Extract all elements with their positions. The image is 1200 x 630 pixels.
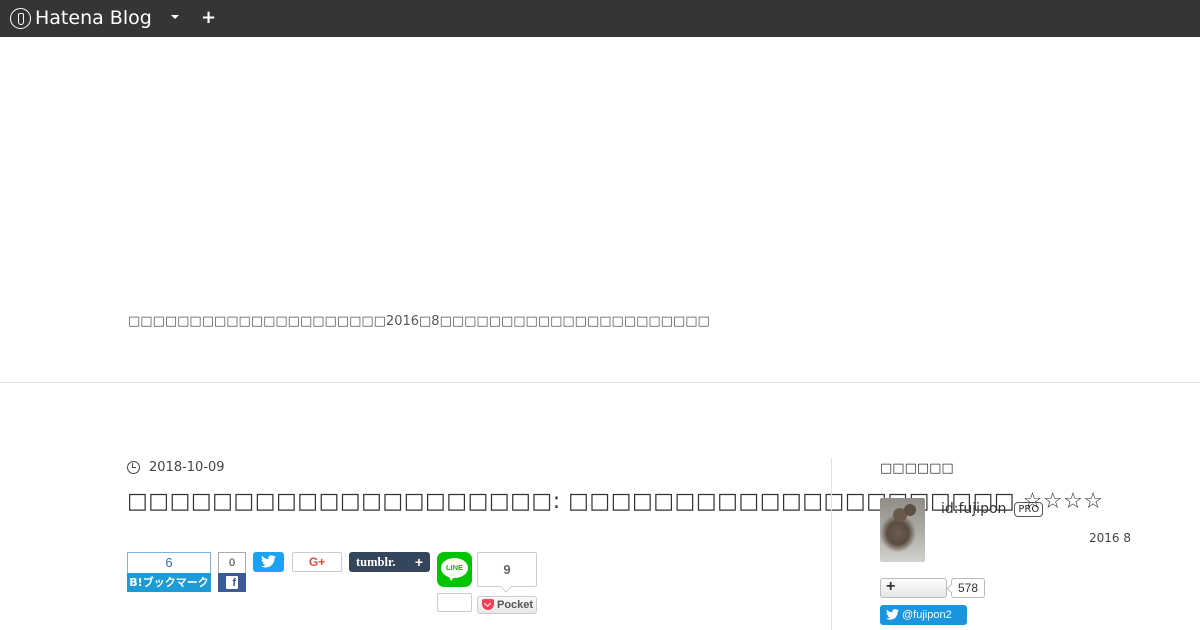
sidebar-profile-heading: □□□□□□ [880,461,954,476]
line-bubble-tail [448,575,456,581]
facebook-share-button[interactable]: 0 f [218,552,246,592]
twitter-follow-button[interactable]: @fujipon2 [880,605,967,625]
profile-since: 2016 8 [1089,531,1131,545]
hatena-bookmark-label: B!ブックマーク [127,573,211,592]
tumblr-label: tumblr. [356,555,396,569]
profile-user-id[interactable]: id:fujipon PRO [941,501,1044,517]
logo-text: Hatena Blog [35,7,152,29]
googleplus-share-button[interactable]: G+ [292,552,342,572]
entry-date[interactable]: 2018-10-09 [127,460,225,475]
facebook-icon-glyph: f [226,576,238,589]
global-header: Hatena Blog + [0,0,1200,37]
facebook-share-count: 0 [218,552,246,573]
blog-description: □□□□□□□□□□□□□□□□□□□□□2016□8□□□□□□□□□□□□□… [128,314,710,329]
line-share-count [437,593,472,612]
avatar[interactable] [880,498,925,562]
twitter-share-button[interactable] [253,552,284,572]
profile-user-id-text: id:fujipon [941,501,1007,517]
follow-button[interactable]: + [880,578,947,598]
hatena-blog-logo[interactable]: Hatena Blog [10,7,152,29]
plus-icon: + [414,554,423,570]
hatena-bookmark-button[interactable]: 6 B!ブックマーク [127,552,211,592]
line-share-button[interactable]: LINE [437,552,472,587]
twitter-handle: @fujipon2 [902,609,952,621]
pocket-icon [482,599,494,610]
plus-icon: + [886,578,896,595]
twitter-bird-icon [261,555,276,568]
hatena-bookmark-count[interactable]: 6 [127,552,211,573]
pocket-label: Pocket [497,599,534,611]
pro-badge: PRO [1014,501,1044,517]
sidebar-divider [831,458,832,630]
hatena-logo-icon [10,7,31,29]
twitter-bird-icon [886,609,899,620]
entry-date-text: 2018-10-09 [149,460,225,475]
pocket-button[interactable]: Pocket [477,596,537,614]
clock-icon [127,461,140,474]
facebook-icon: f [218,573,246,592]
add-post-button[interactable]: + [201,7,216,29]
follower-count[interactable]: 578 [951,578,985,598]
caret-down-icon[interactable] [171,15,179,19]
tumblr-share-button[interactable]: tumblr. + [349,552,430,572]
header-divider [0,382,1200,383]
